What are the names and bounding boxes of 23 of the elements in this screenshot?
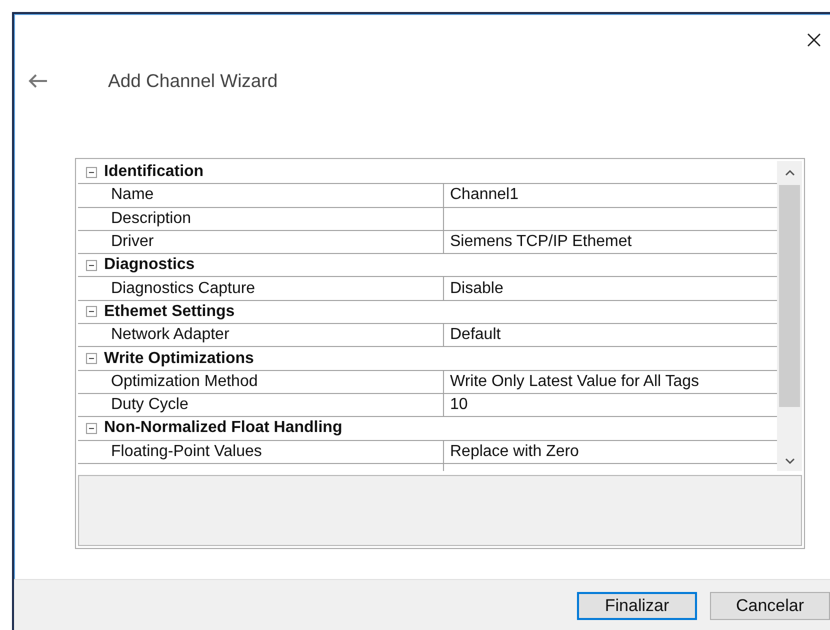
category-header: Identification xyxy=(104,162,204,182)
property-name[interactable]: Description xyxy=(104,208,444,230)
category-header: Ethemet Settings xyxy=(104,302,235,322)
window-title: Add Channel Wizard xyxy=(108,70,278,92)
property-value[interactable]: Default xyxy=(444,324,777,346)
property-name[interactable]: Optimization Method xyxy=(104,370,444,393)
dialog-button[interactable]: Finalizar xyxy=(577,592,697,620)
dialog-button[interactable]: Cancelar xyxy=(710,592,830,620)
category-header: Non-Normalized Float Handling xyxy=(104,418,342,438)
property-name[interactable]: Network Adapter xyxy=(104,324,444,346)
property-name[interactable]: Name xyxy=(104,184,444,207)
property-value[interactable]: Write Only Latest Value for All Tags xyxy=(444,370,777,393)
property-value[interactable]: 10 xyxy=(444,394,777,416)
property-value[interactable]: Siemens TCP/IP Ethemet xyxy=(444,230,777,254)
property-name[interactable]: Driver xyxy=(104,230,444,254)
property-name[interactable]: Diagnostics Capture xyxy=(104,277,444,300)
property-name[interactable]: Duty Cycle xyxy=(104,394,444,416)
category-header: Diagnostics xyxy=(104,255,195,276)
property-value[interactable]: Disable xyxy=(444,277,777,300)
property-name[interactable]: Floating-Point Values xyxy=(104,440,444,463)
property-value[interactable]: Replace with Zero xyxy=(444,440,777,463)
property-value[interactable]: Channel1 xyxy=(444,184,777,207)
category-header: Write Optimizations xyxy=(104,348,254,369)
